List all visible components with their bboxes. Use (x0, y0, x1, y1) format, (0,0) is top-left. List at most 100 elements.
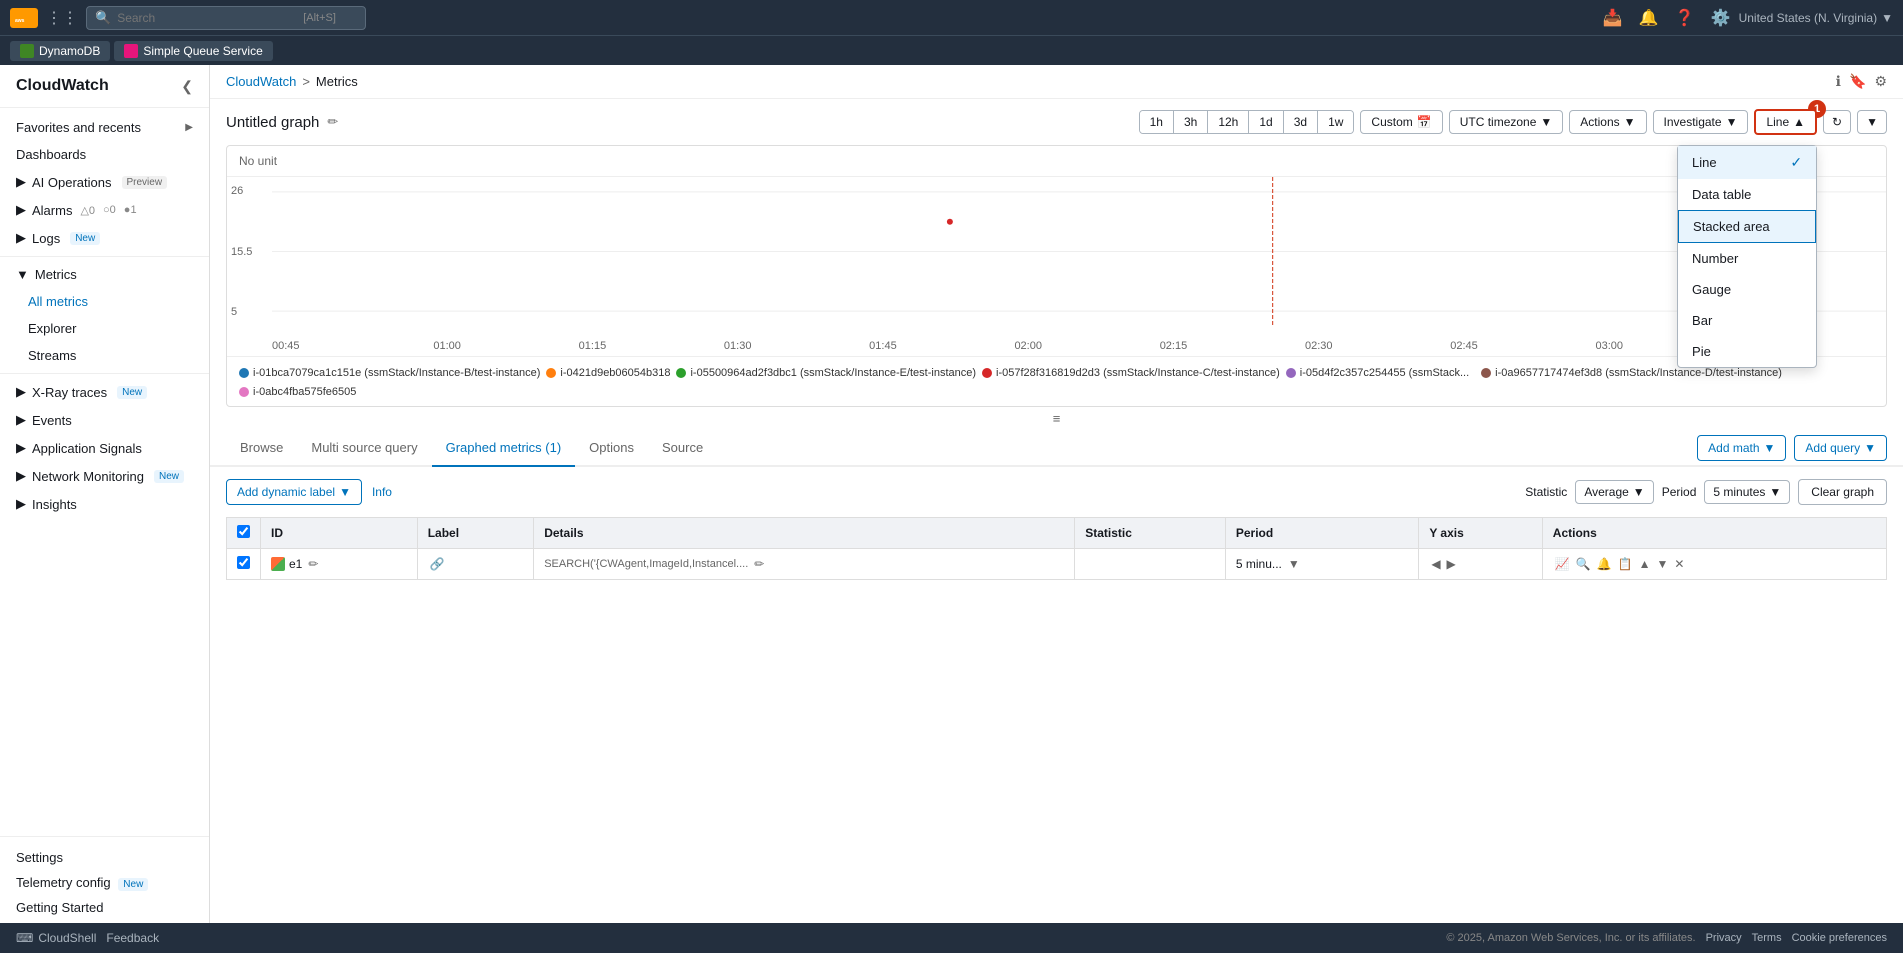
sidebar-item-logs[interactable]: ▶ Logs New (0, 224, 209, 252)
refresh-btn[interactable]: ↻ (1823, 110, 1851, 134)
region-selector[interactable]: United States (N. Virginia) ▼ (1739, 11, 1893, 25)
add-label-text: Add dynamic label (237, 485, 335, 499)
dropdown-pie-item[interactable]: Pie (1678, 336, 1816, 367)
refresh-dropdown-btn[interactable]: ▼ (1857, 110, 1887, 134)
search-input[interactable] (117, 11, 297, 25)
breadcrumb-cloudwatch-link[interactable]: CloudWatch (226, 74, 296, 89)
period-select[interactable]: 5 minutes ▼ (1704, 480, 1790, 504)
add-math-btn[interactable]: Add math ▼ (1697, 435, 1786, 461)
sidebar-item-insights[interactable]: ▶ Insights (0, 490, 209, 518)
privacy-link[interactable]: Privacy (1706, 932, 1742, 944)
select-all-checkbox[interactable] (237, 525, 250, 538)
legend-label-2: i-05500964ad2f3dbc1 (ssmStack/Instance-E… (690, 367, 976, 379)
info-link[interactable]: Info (372, 485, 392, 499)
time-3h-btn[interactable]: 3h (1174, 111, 1208, 133)
tab-multi-source[interactable]: Multi source query (297, 430, 431, 467)
sidebar-item-xray[interactable]: ▶ X-Ray traces New (0, 378, 209, 406)
edit-id-btn[interactable]: ✏ (306, 555, 320, 573)
cookie-link[interactable]: Cookie preferences (1792, 932, 1887, 944)
action-up-btn[interactable]: ▲ (1637, 555, 1653, 573)
sidebar-item-dashboards[interactable]: Dashboards (0, 141, 209, 168)
tab-source[interactable]: Source (648, 430, 717, 467)
sidebar-collapse-btn[interactable]: ❮ (181, 78, 193, 95)
action-delete-btn[interactable]: ✕ (1672, 555, 1686, 573)
sidebar-item-explorer[interactable]: Explorer (0, 315, 209, 342)
tab-graphed-metrics[interactable]: Graphed metrics (1) (432, 430, 576, 467)
aws-logo[interactable]: aws (10, 8, 38, 28)
sidebar-item-network-monitoring[interactable]: ▶ Network Monitoring New (0, 462, 209, 490)
dropdown-bar-item[interactable]: Bar (1678, 305, 1816, 336)
time-12h-btn[interactable]: 12h (1208, 111, 1249, 133)
sidebar-item-metrics-header[interactable]: ▼ Metrics (0, 261, 209, 288)
dropdown-gauge-item[interactable]: Gauge (1678, 274, 1816, 305)
sidebar-item-all-metrics[interactable]: All metrics (0, 288, 209, 315)
line-type-btn[interactable]: Line ▲ (1754, 109, 1817, 135)
action-bell-btn[interactable]: 🔔 (1595, 555, 1614, 573)
action-copy-btn[interactable]: 📋 (1616, 555, 1635, 573)
clear-graph-btn[interactable]: Clear graph (1798, 479, 1887, 505)
info-icon-btn[interactable]: ℹ (1836, 73, 1841, 90)
action-chart-btn[interactable]: 📈 (1553, 555, 1572, 573)
graph-resize-handle[interactable]: ≡ (210, 407, 1903, 430)
label-cell-content: 🔗 (428, 555, 523, 573)
bell-icon[interactable]: 🔔 (1639, 8, 1659, 28)
notifications-icon[interactable]: 📥 (1603, 8, 1623, 28)
cloudshell-btn[interactable]: ⌨ CloudShell (16, 931, 96, 945)
actions-btn[interactable]: Actions ▼ (1569, 110, 1646, 134)
sidebar-item-ai-operations[interactable]: ▶ AI Operations Preview (0, 168, 209, 196)
legend-item-2: i-05500964ad2f3dbc1 (ssmStack/Instance-E… (676, 365, 976, 380)
grid-icon[interactable]: ⋮⋮ (46, 8, 78, 28)
time-1d-btn[interactable]: 1d (1249, 111, 1283, 133)
row-period-text: 5 minu... (1236, 557, 1282, 571)
dropdown-line-item[interactable]: Line ✓ (1678, 146, 1816, 179)
bar-option-label: Bar (1692, 313, 1712, 328)
dropdown-datatable-item[interactable]: Data table (1678, 179, 1816, 210)
time-range-group: 1h 3h 12h 1d 3d 1w (1139, 110, 1355, 134)
row-checkbox[interactable] (237, 556, 250, 569)
statistic-select[interactable]: Average ▼ (1575, 480, 1653, 504)
investigate-btn[interactable]: Investigate ▼ (1653, 110, 1749, 134)
add-query-btn[interactable]: Add query ▼ (1794, 435, 1887, 461)
add-dynamic-label-btn[interactable]: Add dynamic label ▼ (226, 479, 362, 505)
help-icon[interactable]: ❓ (1675, 8, 1695, 28)
page-footer: ⌨ CloudShell Feedback © 2025, Amazon Web… (0, 923, 1903, 953)
legend-item-0: i-01bca7079ca1c151e (ssmStack/Instance-B… (239, 365, 540, 380)
custom-time-btn[interactable]: Custom 📅 (1360, 110, 1442, 134)
tab-browse[interactable]: Browse (226, 430, 297, 467)
time-1h-btn[interactable]: 1h (1140, 111, 1174, 133)
sidebar-item-getting-started[interactable]: Getting Started (0, 895, 209, 920)
yaxis-next-btn[interactable]: ▶ (1445, 555, 1458, 573)
bookmark-icon-btn[interactable]: 🔖 (1849, 73, 1866, 90)
sidebar-item-favorites[interactable]: Favorites and recents ▶ (0, 114, 209, 141)
dropdown-stacked-item[interactable]: Stacked area (1678, 210, 1816, 243)
edit-title-icon[interactable]: ✏ (327, 114, 338, 130)
feedback-btn[interactable]: Feedback (106, 931, 159, 945)
yaxis-prev-btn[interactable]: ◀ (1429, 555, 1442, 573)
insights-chevron-icon: ▶ (16, 496, 26, 512)
sqs-icon (124, 44, 138, 58)
terms-link[interactable]: Terms (1752, 932, 1782, 944)
dropdown-number-item[interactable]: Number (1678, 243, 1816, 274)
timezone-btn[interactable]: UTC timezone ▼ (1449, 110, 1564, 134)
search-bar[interactable]: 🔍 [Alt+S] (86, 6, 366, 30)
tab-options[interactable]: Options (575, 430, 648, 467)
period-down-btn[interactable]: ▼ (1286, 555, 1302, 573)
action-search-btn[interactable]: 🔍 (1574, 555, 1593, 573)
settings-icon-btn[interactable]: ⚙ (1874, 73, 1887, 90)
sidebar-item-streams[interactable]: Streams (0, 342, 209, 369)
link-label-btn[interactable]: 🔗 (428, 555, 447, 573)
sidebar-item-telemetry[interactable]: Telemetry config New (0, 870, 209, 895)
sidebar-item-alarms[interactable]: ▶ Alarms △0 ○0 ●1 (0, 196, 209, 224)
service-tab-dynamodb[interactable]: DynamoDB (10, 41, 110, 61)
sidebar-item-app-signals[interactable]: ▶ Application Signals (0, 434, 209, 462)
network-chevron-icon: ▶ (16, 468, 26, 484)
settings-icon[interactable]: ⚙️ (1711, 8, 1731, 28)
stacked-option-label: Stacked area (1693, 219, 1770, 234)
sidebar-item-settings[interactable]: Settings (0, 845, 209, 870)
time-3d-btn[interactable]: 3d (1284, 111, 1318, 133)
edit-details-btn[interactable]: ✏ (752, 555, 766, 573)
service-tab-sqs[interactable]: Simple Queue Service (114, 41, 272, 61)
action-down-btn[interactable]: ▼ (1654, 555, 1670, 573)
time-1w-btn[interactable]: 1w (1318, 111, 1353, 133)
sidebar-item-events[interactable]: ▶ Events (0, 406, 209, 434)
